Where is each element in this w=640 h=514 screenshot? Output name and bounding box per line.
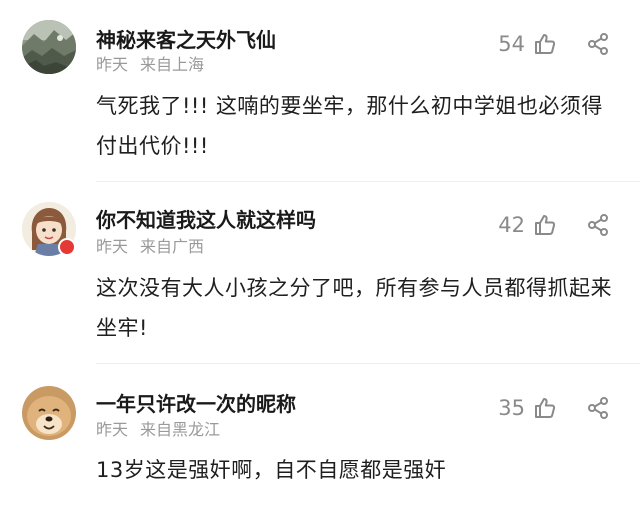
- comment-time: 昨天: [96, 237, 129, 256]
- comment-meta: 昨天 来自广西: [96, 237, 204, 257]
- like-count: 54: [498, 32, 525, 56]
- comment-text: 气死我了!!! 这喃的要坐牢，那什么初中学姐也必须得付出代价!!!: [96, 94, 603, 158]
- comment-text: 13岁这是强奸啊，自不自愿都是强奸: [96, 458, 447, 482]
- username[interactable]: 神秘来客之天外飞仙: [96, 27, 276, 53]
- share-icon[interactable]: [586, 213, 610, 237]
- thumbs-up-icon[interactable]: [533, 32, 557, 56]
- like-count: 42: [498, 213, 525, 237]
- comment-location: 来自广西: [140, 237, 205, 256]
- comment-text: 这次没有大人小孩之分了吧，所有参与人员都得抓起来坐牢!: [96, 276, 612, 340]
- share-icon[interactable]: [586, 396, 610, 420]
- verified-badge-icon: [58, 238, 76, 256]
- username[interactable]: 你不知道我这人就这样吗: [96, 207, 316, 233]
- landscape-photo-avatar-icon: [22, 20, 76, 74]
- comment-location: 来自黑龙江: [140, 420, 221, 439]
- dog-avatar-icon: [22, 386, 76, 440]
- username[interactable]: 一年只许改一次的昵称: [96, 391, 296, 417]
- comment-meta: 昨天 来自黑龙江: [96, 420, 220, 440]
- comment-meta: 昨天 来自上海: [96, 55, 204, 75]
- avatar[interactable]: [22, 20, 76, 74]
- thumbs-up-icon[interactable]: [533, 396, 557, 420]
- comment-item: 神秘来客之天外飞仙 昨天 来自上海 54 气死我了!!! 这喃的要坐牢，那什么初中…: [0, 0, 640, 182]
- comment-time: 昨天: [96, 420, 129, 439]
- comment-item: 你不知道我这人就这样吗 昨天 来自广西 42 这次没有大人小孩之分了吧，所有参与人…: [0, 182, 640, 364]
- comment-item: 一年只许改一次的昵称 昨天 来自黑龙江 35 13岁这是强奸啊，自不自愿都是强奸: [0, 364, 640, 514]
- comment-location: 来自上海: [140, 55, 205, 74]
- share-icon[interactable]: [586, 32, 610, 56]
- thumbs-up-icon[interactable]: [533, 213, 557, 237]
- like-count: 35: [498, 396, 525, 420]
- avatar[interactable]: [22, 386, 76, 440]
- comment-time: 昨天: [96, 55, 129, 74]
